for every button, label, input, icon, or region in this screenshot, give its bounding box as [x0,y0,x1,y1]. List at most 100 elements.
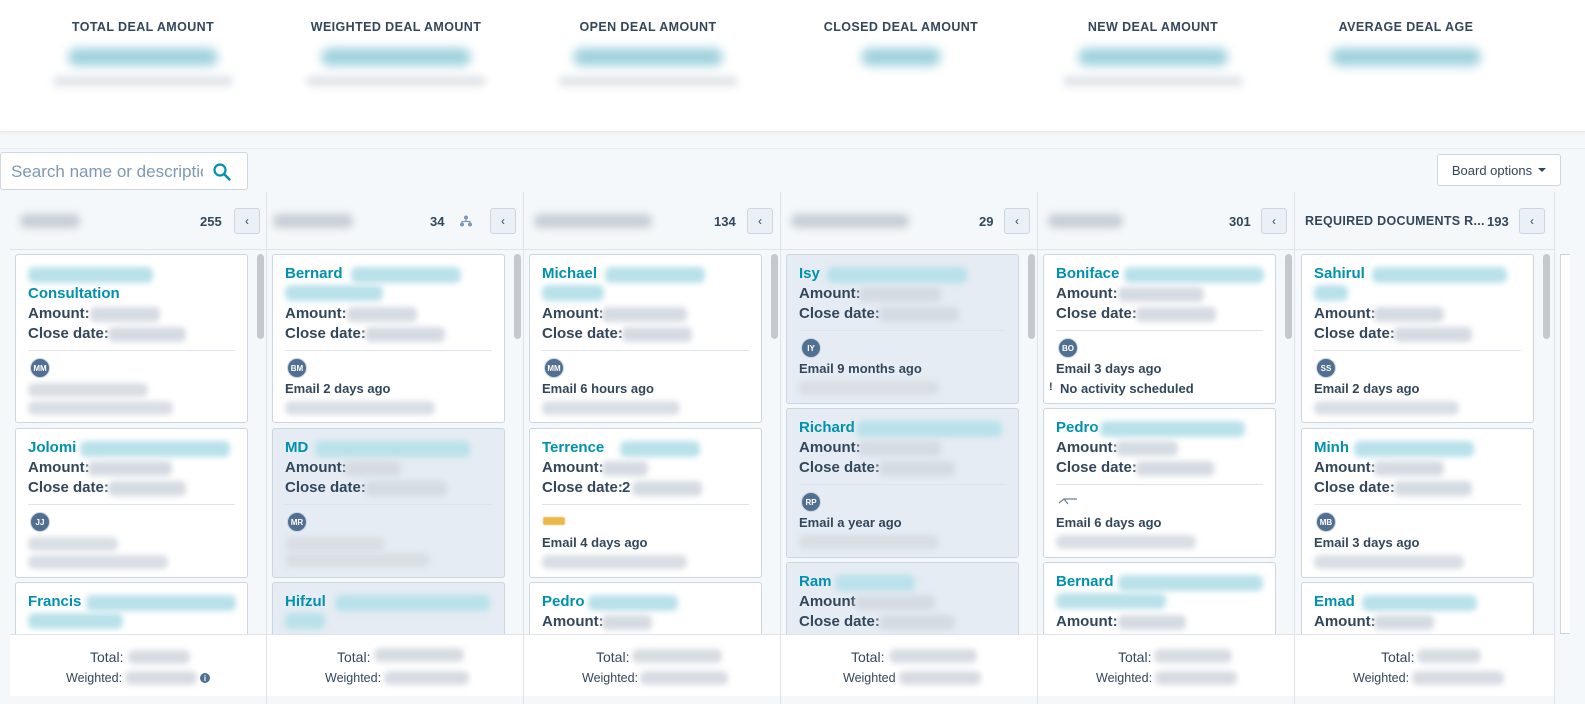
deal-name[interactable]: Michael [542,265,597,282]
metric-new-deal-amount[interactable]: NEW DEAL AMOUNT [1048,20,1258,86]
last-activity: Email 3 days ago [1314,535,1420,550]
collapse-column-button[interactable]: ‹ [1261,208,1287,234]
deal-card[interactable]: Jolomi Amount: Close date: JJ [15,428,248,578]
column-scrollbar[interactable] [1285,254,1292,339]
column-scrollbar[interactable] [257,254,264,339]
close-date-label: Close date: [799,305,880,322]
deal-card[interactable]: Richard Amount: Close date: RP Email a y… [786,408,1019,558]
last-activity: Email 4 days ago [542,535,648,550]
metric-closed-deal-amount[interactable]: CLOSED DEAL AMOUNT [796,20,1006,66]
total-value-redacted [1417,649,1481,663]
deal-card[interactable]: Ram Amount Close date: [786,562,1019,634]
avatar[interactable]: MR [287,512,307,532]
deal-card[interactable]: Boniface Amount: Close date: BO Email 3 … [1043,254,1276,404]
deal-card[interactable]: Michael Amount: Close date: MM Email 6 h… [529,254,762,423]
column-scrollbar[interactable] [1543,254,1550,339]
stage-count: 134 [714,214,736,229]
last-activity: Email 2 days ago [1314,381,1420,396]
deal-card[interactable]: Emad Amount: [1301,582,1534,634]
deal-name[interactable]: Pedro [1056,419,1099,436]
hierarchy-icon[interactable] [460,215,472,227]
deal-name[interactable]: Jolomi [28,439,76,456]
stage-header[interactable]: 29 ‹ [781,192,1037,250]
amount-label: Amount: [799,439,861,456]
metric-open-deal-amount[interactable]: OPEN DEAL AMOUNT [543,20,753,86]
avatar[interactable]: MM [544,358,564,378]
collapse-column-button[interactable]: ‹ [490,208,516,234]
stage-header[interactable]: 255 ‹ [10,192,266,250]
avatar[interactable]: JJ [30,512,50,532]
board-options-label: Board options [1451,162,1533,178]
deal-card[interactable]: MD Amount: Close date: MR [272,428,505,578]
activity-redacted [285,401,435,415]
deal-card[interactable]: Consultation Amount: Close date: MM [15,254,248,423]
collapse-column-button[interactable]: ‹ [1004,208,1030,234]
deal-card[interactable]: Bernard Amount: [1043,562,1276,634]
deal-card[interactable]: Minh Amount: Close date: MB Email 3 days… [1301,428,1534,578]
deal-card[interactable]: Sahirul Amount: Close date: SS Email 2 d… [1301,254,1534,423]
column-scrollbar[interactable] [771,254,778,339]
close-date-value-redacted [1394,327,1472,342]
metric-total-deal-amount[interactable]: TOTAL DEAL AMOUNT [38,20,248,86]
deal-card-partial[interactable] [1560,254,1570,634]
deal-card[interactable]: Bernard Amount: Close date: BM Email 2 d… [272,254,505,423]
deal-card[interactable]: Hifzul [272,582,505,634]
board-options-button[interactable]: Board options [1437,154,1561,186]
deal-name[interactable]: Bernard [285,265,343,282]
deal-name[interactable]: Isy [799,265,820,282]
deal-name[interactable]: Ram [799,573,832,590]
deal-card[interactable]: Pedro Amount: [529,582,762,634]
avatar[interactable]: IY [801,338,821,358]
deal-name[interactable]: Hifzul [285,593,326,610]
collapse-column-button[interactable]: ‹ [747,208,773,234]
metric-label: TOTAL DEAL AMOUNT [71,20,215,34]
metric-average-deal-age[interactable]: AVERAGE DEAL AGE [1301,20,1511,66]
avatar[interactable]: RP [801,492,821,512]
deal-name-redacted [1354,441,1474,457]
close-date-label: Close date: [799,459,880,476]
deal-name[interactable]: Richard [799,419,855,436]
stage-header[interactable]: 34 ‹ [267,192,523,250]
close-date-value-redacted [879,615,955,630]
collapse-column-button[interactable]: ‹ [1519,208,1545,234]
avatar[interactable]: BM [287,358,307,378]
deal-name[interactable]: Pedro [542,593,585,610]
deal-name[interactable]: MD [285,439,308,456]
deal-card[interactable]: Terrence Amount: Close date: 2 Email 4 d… [529,428,762,578]
search-icon[interactable] [213,163,231,181]
stage-name-redacted [20,214,80,228]
deal-card[interactable]: Pedro Amount: Close date: Email 6 days a… [1043,408,1276,558]
close-date-label: Close date: [799,613,880,630]
stage-header[interactable]: 301 ‹ [1038,192,1294,250]
avatar[interactable]: SS [1316,358,1336,378]
avatar[interactable]: MB [1316,512,1336,532]
close-date-value-redacted [108,327,186,342]
info-icon[interactable]: i [200,673,210,683]
deal-name[interactable]: Minh [1314,439,1349,456]
avatar[interactable]: BO [1058,338,1078,358]
stage-cards: Isy Amount: Close date: IY Email 9 month… [781,250,1037,634]
activity-redacted [542,555,687,569]
avatar[interactable]: MM [30,358,50,378]
column-scrollbar[interactable] [1028,254,1035,339]
stage-column: REQUIRED DOCUMENTS R... 193 ‹ Sahirul Am… [1295,192,1555,704]
deal-name[interactable]: Boniface [1056,265,1119,282]
deal-card[interactable]: Isy Amount: Close date: IY Email 9 month… [786,254,1019,404]
deal-card[interactable]: Francis [15,582,248,634]
search-box [0,152,248,190]
deal-name[interactable]: Consultation [28,285,120,302]
stage-header[interactable]: 134 ‹ [524,192,780,250]
deal-name[interactable]: Sahirul [1314,265,1365,282]
stage-column: 134 ‹ Michael Amount: Close date: MM Ema… [524,192,781,704]
metric-weighted-deal-amount[interactable]: WEIGHTED DEAL AMOUNT [291,20,501,86]
column-scrollbar[interactable] [514,254,521,339]
deal-name[interactable]: Bernard [1056,573,1114,590]
deal-name[interactable]: Terrence [542,439,604,456]
search-input[interactable] [11,161,203,183]
stage-header[interactable]: REQUIRED DOCUMENTS R... 193 ‹ [1295,192,1554,250]
deal-name[interactable]: Emad [1314,593,1355,610]
deal-name[interactable]: Francis [28,593,81,610]
amount-label: Amount: [1056,439,1118,456]
weighted-label: Weighted: [582,671,639,685]
collapse-column-button[interactable]: ‹ [234,208,260,234]
